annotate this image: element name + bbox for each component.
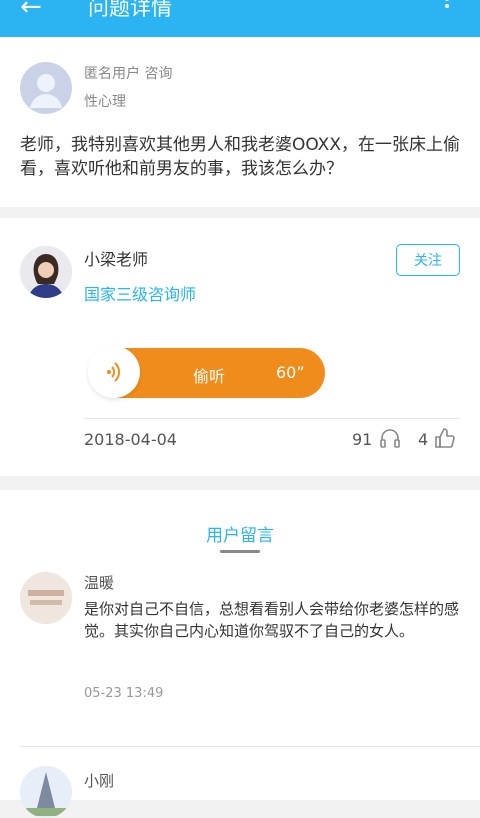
teacher-title: 国家三级咨询师 <box>84 285 197 304</box>
commenter-avatar[interactable] <box>20 572 72 624</box>
comment-time: 05-23 13:49 <box>84 686 164 701</box>
like-button[interactable] <box>432 426 456 450</box>
default-avatar-icon <box>30 74 62 108</box>
commenter-name[interactable]: 小刚 <box>84 770 114 791</box>
commenter-avatar[interactable] <box>20 766 72 818</box>
question-text: 老师，我特别喜欢其他男人和我老婆OOXX，在一张床上偷看，喜欢听他和前男友的事，… <box>20 135 460 179</box>
more-dot-icon <box>445 0 449 1</box>
more-options-button[interactable] <box>438 0 454 17</box>
page-title: 问题详情 <box>88 0 172 20</box>
teacher-name[interactable]: 小梁老师 <box>84 246 148 270</box>
headphones-icon <box>380 429 400 448</box>
anonymous-user-avatar <box>20 62 72 114</box>
comments-title-underline <box>220 550 260 553</box>
question-card: 匿名用户 咨询 性心理 老师，我特别喜欢其他男人和我老婆OOXX，在一张床上偷看… <box>0 37 480 207</box>
audio-player-button[interactable]: 偷听 60” <box>82 346 325 398</box>
top-bar: ← 问题详情 <box>0 0 480 37</box>
sound-wave-icon <box>107 362 121 382</box>
comment-divider <box>20 746 480 747</box>
audio-circle <box>88 346 140 398</box>
commenter-photo-icon <box>20 572 72 624</box>
listen-count: 91 <box>352 430 373 449</box>
divider <box>84 418 460 419</box>
follow-button[interactable]: 关注 <box>396 244 460 276</box>
eiffel-tower-photo-icon <box>20 766 72 818</box>
listen-label: 偷听 <box>193 367 226 386</box>
answer-date: 2018-04-04 <box>84 430 177 449</box>
comment-text: 是你对自己不自信，总想看看别人会带给你老婆怎样的感觉。其实你自己内心知道你驾驭不… <box>84 600 460 640</box>
back-button[interactable]: ← <box>20 0 42 22</box>
question-category: 性心理 <box>84 94 126 110</box>
answer-card: 小梁老师 国家三级咨询师 关注 偷听 60” 2018-04-04 91 4 <box>0 218 480 476</box>
comments-section: 用户留言 温暖 是你对自己不自信，总想看看别人会带给你老婆怎样的感觉。其实你自己… <box>0 490 480 818</box>
commenter-name[interactable]: 温暖 <box>84 572 114 593</box>
teacher-photo-icon <box>20 246 72 298</box>
audio-duration: 60” <box>276 363 305 382</box>
teacher-avatar[interactable] <box>20 246 72 298</box>
question-user-label: 匿名用户 咨询 <box>84 66 173 82</box>
like-count: 4 <box>418 430 429 449</box>
more-dot-icon <box>445 4 449 8</box>
comments-title: 用户留言 <box>206 526 274 546</box>
